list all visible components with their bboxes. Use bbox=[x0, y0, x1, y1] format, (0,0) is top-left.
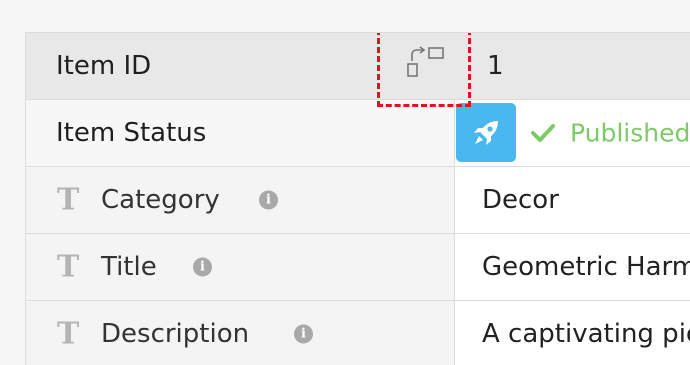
item-status-value-cell: Published bbox=[456, 100, 690, 166]
field-row: T Category i Decor bbox=[26, 167, 690, 234]
item-status-label: Item Status bbox=[56, 118, 207, 148]
text-type-icon: T bbox=[57, 182, 80, 218]
item-id-value-cell: 1 bbox=[456, 33, 690, 99]
field-value-cell[interactable]: Decor bbox=[456, 167, 690, 233]
status-badge: Published bbox=[570, 118, 690, 148]
item-details-table: Item ID 1 Item Status Published T Catego… bbox=[25, 32, 690, 365]
field-label-cell: T Title i bbox=[26, 234, 455, 300]
item-id-value: 1 bbox=[487, 51, 504, 81]
field-label: Category bbox=[101, 185, 220, 215]
text-type-icon: T bbox=[57, 316, 80, 352]
swap-columns-icon[interactable] bbox=[405, 44, 447, 80]
rocket-icon bbox=[474, 120, 498, 145]
text-type-icon: T bbox=[57, 249, 80, 285]
item-status-row: Item Status Published bbox=[26, 100, 690, 167]
info-icon[interactable]: i bbox=[193, 257, 212, 277]
field-label-cell: T Description i bbox=[26, 301, 455, 365]
field-value-cell[interactable]: A captivating piece bbox=[456, 301, 690, 365]
publish-button[interactable] bbox=[456, 103, 516, 162]
info-icon[interactable]: i bbox=[294, 324, 313, 344]
field-value: Decor bbox=[482, 185, 559, 215]
field-value: A captivating piece bbox=[482, 319, 690, 349]
item-id-label: Item ID bbox=[56, 51, 152, 81]
field-value-cell[interactable]: Geometric Harmony bbox=[456, 234, 690, 300]
field-row: T Title i Geometric Harmony bbox=[26, 234, 690, 301]
field-value: Geometric Harmony bbox=[482, 252, 690, 282]
swap-columns-button[interactable] bbox=[377, 33, 471, 107]
field-label: Title bbox=[101, 252, 157, 282]
info-icon[interactable]: i bbox=[259, 190, 278, 210]
field-row: T Description i A captivating piece bbox=[26, 301, 690, 365]
item-status-label-cell: Item Status bbox=[26, 100, 455, 166]
field-label: Description bbox=[101, 319, 250, 349]
field-label-cell: T Category i bbox=[26, 167, 455, 233]
item-id-row: Item ID 1 bbox=[26, 33, 690, 107]
check-icon bbox=[531, 124, 555, 142]
